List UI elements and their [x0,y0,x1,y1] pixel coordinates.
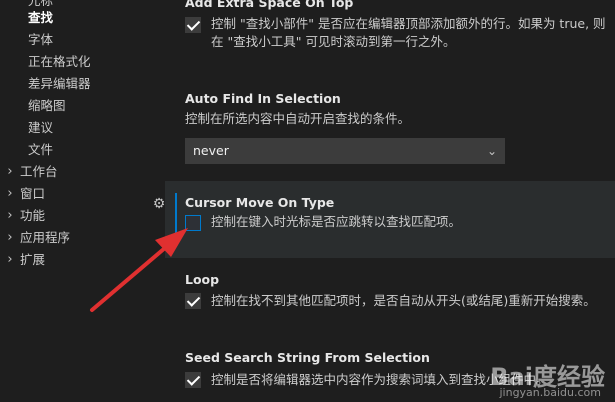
setting-title: Loop [185,272,220,287]
setting-title: Auto Find In Selection [185,91,341,106]
setting-description: 控制在所选内容中自动开启查找的条件。 [185,111,411,126]
toc-item-label: 文件 [28,142,54,157]
toc-item-label: 缩略图 [28,98,66,113]
toc-item-formatting[interactable]: 正在格式化 [28,51,91,73]
toc-item-find[interactable]: 查找 [28,7,53,29]
auto-find-in-selection-select[interactable]: never ⌄ [185,138,505,164]
toc-item-font[interactable]: 字体 [28,29,53,51]
watermark: Bai度经验 jingyan.baidu.com [459,355,609,400]
watermark-url: jingyan.baidu.com [499,386,601,399]
loop-checkbox[interactable] [185,293,201,309]
chevron-right-icon: › [7,186,13,201]
gear-icon[interactable]: ⚙ [151,196,167,212]
toc-item-label: 窗口 [20,186,46,201]
chevron-right-icon: › [7,252,13,267]
settings-toc-tree: 光标 查找 字体 正在格式化 差异编辑器 缩略图 建议 文件 › 工作台 › 窗… [0,0,165,402]
chevron-right-icon: › [7,208,13,223]
setting-add-extra-space-on-top: Add Extra Space On Top 控制 "查找小部件" 是否应在编辑… [165,0,615,70]
toc-item-label: 工作台 [20,164,58,179]
setting-title: Cursor Move On Type [185,195,335,210]
toc-item-files[interactable]: 文件 [28,139,53,161]
seed-search-checkbox[interactable] [185,372,201,388]
setting-description: 控制在键入时光标是否应跳转以查找匹配项。 [211,214,462,229]
toc-item-label: 字体 [28,32,54,47]
chevron-down-icon: ⌄ [486,144,497,158]
toc-item-label: 扩展 [20,252,46,267]
toc-item-diff-editor[interactable]: 差异编辑器 [28,73,91,95]
toc-item-label: 正在格式化 [28,54,91,69]
setting-loop: Loop 控制在找不到其他匹配项时，是否自动从开头(或结尾)重新开始搜索。 [165,266,615,336]
toc-item-label: 查找 [28,10,54,25]
setting-auto-find-in-selection: Auto Find In Selection 控制在所选内容中自动开启查找的条件… [165,82,615,172]
setting-title: Add Extra Space On Top [185,0,354,10]
toc-item-label: 差异编辑器 [28,76,91,91]
chevron-right-icon: › [7,164,13,179]
add-extra-space-checkbox[interactable] [185,17,201,33]
setting-cursor-move-on-type: ⚙ Cursor Move On Type 控制在键入时光标是否应跳转以查找匹配… [153,181,615,258]
setting-description-line1: 控制 "查找小部件" 是否应在编辑器顶部添加额外的行。如果为 true, 则 [211,16,606,31]
settings-list: Add Extra Space On Top 控制 "查找小部件" 是否应在编辑… [153,0,615,402]
setting-description: 控制在找不到其他匹配项时，是否自动从开头(或结尾)重新开始搜索。 [211,293,596,308]
toc-item-label: 应用程序 [20,230,71,245]
toc-item-label: 建议 [28,120,54,135]
select-value: never [193,143,229,158]
focus-indicator [175,193,177,243]
toc-item-label: 功能 [20,208,46,223]
toc-item-minimap[interactable]: 缩略图 [28,95,66,117]
setting-description-line2: 在 "查找小工具" 可见时滚动到第一行之外。 [211,34,456,49]
chevron-right-icon: › [7,230,13,245]
toc-item-suggestions[interactable]: 建议 [28,117,53,139]
cursor-move-on-type-checkbox[interactable] [185,215,201,231]
setting-title: Seed Search String From Selection [185,350,430,365]
